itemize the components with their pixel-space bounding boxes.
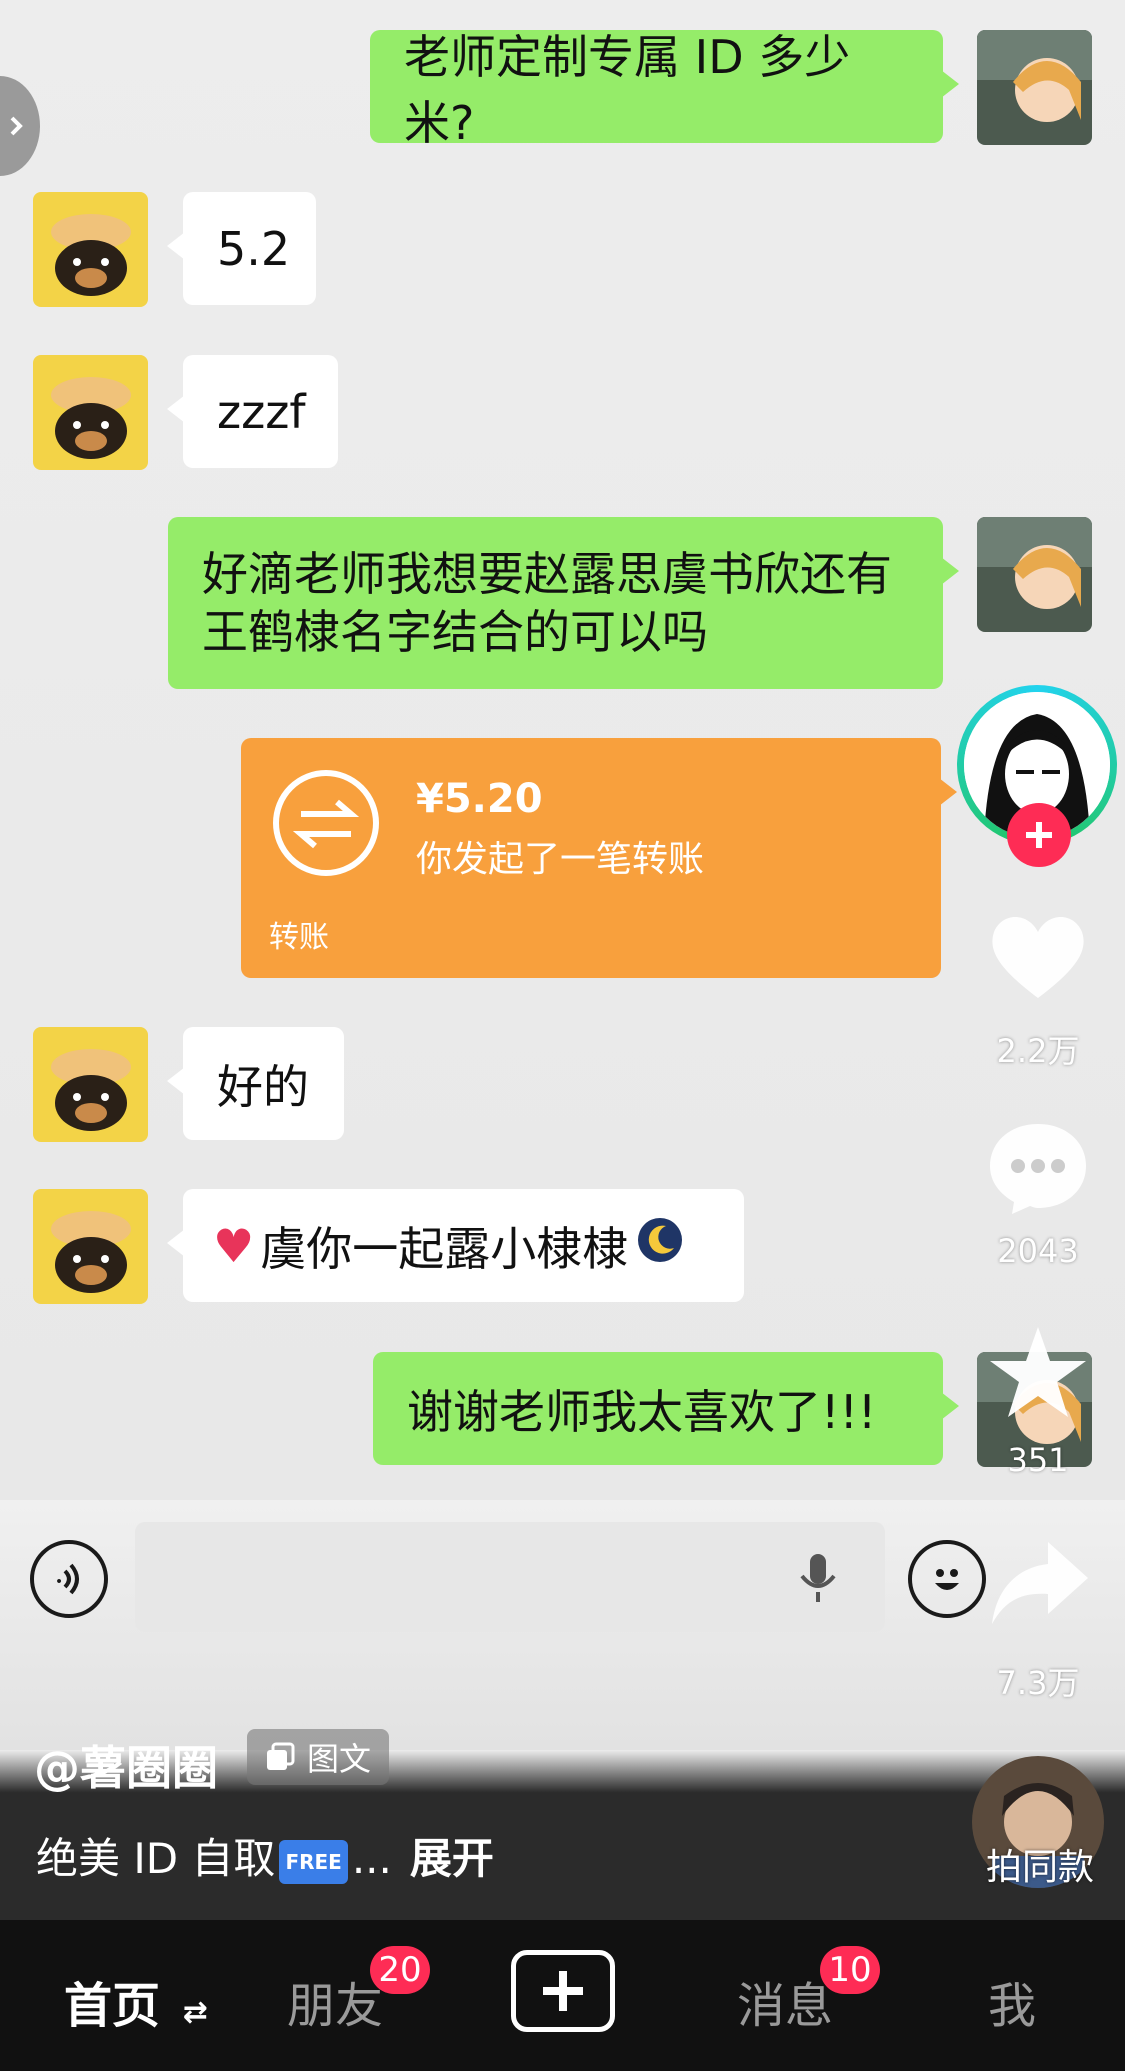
follow-plus-button[interactable] <box>1007 803 1071 867</box>
description-ellipsis: ... <box>351 1834 392 1883</box>
teacher-avatar[interactable] <box>33 1189 148 1304</box>
plus-icon <box>1026 822 1052 848</box>
message-bubble-outgoing[interactable]: 老师定制专属 ID 多少米? <box>370 30 959 150</box>
nav-messages[interactable]: 消息 <box>737 1966 833 2036</box>
creator-avatar[interactable] <box>957 685 1117 867</box>
voice-icon <box>57 1563 79 1595</box>
transfer-description: 你发起了一笔转账 <box>416 839 705 880</box>
nav-me[interactable]: 我 <box>988 1966 1036 2036</box>
post-type-label: 图文 <box>307 1740 372 1778</box>
favorite-button[interactable] <box>988 1325 1088 1425</box>
my-avatar[interactable] <box>977 30 1092 145</box>
nav-messages-label: 消息 <box>737 1978 834 2034</box>
plus-icon <box>543 1971 583 2011</box>
teacher-avatar[interactable] <box>33 1027 148 1142</box>
message-text-line: 好滴老师我想要赵露思虞书欣还有 <box>202 547 892 601</box>
moon-emoji-icon <box>636 1216 684 1275</box>
my-avatar[interactable] <box>977 517 1092 632</box>
like-button[interactable] <box>988 910 1088 1006</box>
share-button[interactable] <box>990 1538 1090 1632</box>
description-text: 绝美 ID 自取 <box>36 1834 276 1883</box>
messages-badge: 10 <box>820 1946 880 1994</box>
message-text: 好的 <box>217 1059 309 1114</box>
nav-friends[interactable]: 朋友 <box>287 1966 383 2036</box>
bottom-nav: 首页 ⇄ 朋友 20 消息 10 我 <box>0 1920 1125 2071</box>
comment-count: 2043 <box>997 1232 1079 1270</box>
transfer-label: 转账 <box>269 920 329 955</box>
friends-badge: 20 <box>370 1946 430 1994</box>
screen: 老师定制专属 ID 多少米? 5.2 zzzf 好滴老师我想要赵露思虞书欣还有 … <box>0 0 1125 2071</box>
chat-text-field[interactable] <box>135 1522 885 1632</box>
transfer-card[interactable]: ¥5.20 你发起了一笔转账 转账 <box>241 738 957 978</box>
like-count: 2.2万 <box>996 1032 1080 1070</box>
image-text-icon <box>267 1742 295 1770</box>
heart-icon <box>992 917 1084 998</box>
emoji-button[interactable] <box>908 1540 986 1618</box>
favorite-count: 351 <box>1007 1441 1069 1479</box>
nav-me-label: 我 <box>988 1978 1037 2034</box>
heart-emoji-icon: ♥ <box>213 1218 255 1273</box>
create-post-button[interactable] <box>511 1950 615 2032</box>
transfer-icon <box>271 768 381 878</box>
nav-home[interactable]: 首页 ⇄ <box>64 1966 208 2036</box>
star-icon <box>990 1327 1086 1417</box>
voice-toggle-button[interactable] <box>30 1540 108 1618</box>
expand-link[interactable]: 展开 <box>410 1834 494 1883</box>
message-text: 虞你一起露小棣棣 <box>260 1221 629 1276</box>
message-bubble-outgoing[interactable]: 谢谢老师我太喜欢了!!! <box>373 1352 959 1465</box>
nav-home-label: 首页 <box>64 1978 161 2034</box>
free-badge: FREE <box>279 1839 348 1884</box>
message-text: 谢谢老师我太喜欢了!!! <box>407 1384 877 1439</box>
teacher-avatar[interactable] <box>33 355 148 470</box>
comment-button[interactable] <box>988 1120 1088 1220</box>
chat-area: 老师定制专属 ID 多少米? 5.2 zzzf 好滴老师我想要赵露思虞书欣还有 … <box>0 0 1125 1500</box>
nav-friends-label: 朋友 <box>287 1978 384 2034</box>
author-handle[interactable]: @薯圈圈 <box>34 1732 218 1798</box>
microphone-icon[interactable] <box>796 1550 840 1610</box>
message-text-line: 王鹤棣名字结合的可以吗 <box>202 605 708 659</box>
refresh-toggle-icon: ⇄ <box>182 1995 208 2030</box>
message-bubble-incoming[interactable]: 好的 <box>167 1027 344 1140</box>
message-text: 5.2 <box>217 221 291 276</box>
same-style-label[interactable]: 拍同款 <box>960 1838 1120 1890</box>
transfer-amount: ¥5.20 <box>416 776 543 822</box>
message-bubble-incoming[interactable]: zzzf <box>167 355 338 468</box>
message-bubble-outgoing[interactable]: 好滴老师我想要赵露思虞书欣还有 王鹤棣名字结合的可以吗 <box>168 517 959 689</box>
side-drawer-handle[interactable] <box>0 76 40 176</box>
message-text: zzzf <box>217 384 306 439</box>
share-count: 7.3万 <box>996 1664 1080 1702</box>
share-arrow-icon <box>992 1542 1088 1624</box>
post-description: 绝美 ID 自取 FREE... 展开 <box>36 1825 494 1886</box>
message-bubble-incoming[interactable]: ♥ 虞你一起露小棣棣 <box>167 1189 744 1302</box>
message-text: 老师定制专属 ID 多少米? <box>404 29 851 150</box>
message-bubble-incoming[interactable]: 5.2 <box>167 192 316 305</box>
comment-icon <box>990 1124 1086 1214</box>
teacher-avatar[interactable] <box>33 192 148 307</box>
post-type-tag[interactable]: 图文 <box>247 1729 390 1785</box>
smiley-icon <box>935 1569 959 1590</box>
